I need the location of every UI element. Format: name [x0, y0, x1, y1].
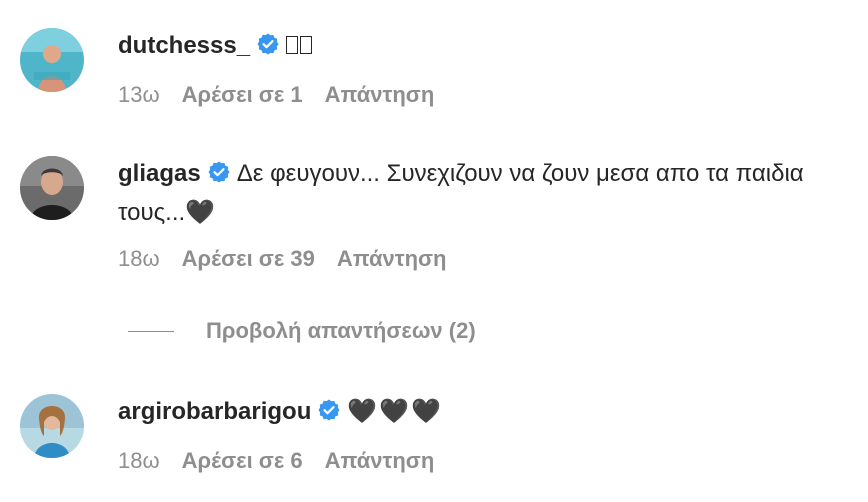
comment-body: gliagas Δε φευγουν... Συνεχιζουν να ζουν … [118, 156, 848, 273]
username[interactable]: argirobarbarigou [118, 398, 311, 425]
avatar[interactable] [20, 394, 84, 458]
comment-text-line: dutchesss_ [118, 28, 848, 67]
comment-text-line: argirobarbarigou 🖤🖤🖤 [118, 394, 848, 433]
avatar[interactable] [20, 156, 84, 220]
likes-count[interactable]: Αρέσει σε 6 [182, 448, 303, 473]
verified-badge-icon [317, 397, 341, 433]
username[interactable]: gliagas [118, 160, 201, 187]
comment-time[interactable]: 18ω [118, 246, 160, 271]
comment-body: argirobarbarigou 🖤🖤🖤 18ω Αρέσει σε 6 Απάντη… [118, 394, 848, 475]
view-replies-button[interactable]: Προβολή απαντήσεων (2) [128, 318, 476, 344]
comment-time[interactable]: 13ω [118, 82, 160, 107]
verified-badge-icon [207, 159, 231, 195]
comment-text: 🖤🖤🖤 [347, 398, 444, 425]
emoji-placeholder [286, 32, 314, 59]
comment-time[interactable]: 18ω [118, 448, 160, 473]
verified-badge-icon [256, 31, 280, 67]
comment-body: dutchesss_ 13ω Αρέσει σε 1 Απάντηση [118, 28, 848, 109]
likes-count[interactable]: Αρέσει σε 39 [182, 246, 315, 271]
likes-count[interactable]: Αρέσει σε 1 [182, 82, 303, 107]
view-replies-label[interactable]: Προβολή απαντήσεων (2) [206, 318, 476, 344]
comment-meta: 18ω Αρέσει σε 39 Απάντηση [118, 245, 848, 273]
comment-meta: 13ω Αρέσει σε 1 Απάντηση [118, 81, 848, 109]
reply-button[interactable]: Απάντηση [325, 82, 435, 107]
comment-text-line: gliagas Δε φευγουν... Συνεχιζουν να ζουν … [118, 156, 848, 231]
comment-meta: 18ω Αρέσει σε 6 Απάντηση [118, 447, 848, 475]
divider-line [128, 330, 174, 332]
username[interactable]: dutchesss_ [118, 32, 250, 59]
reply-button[interactable]: Απάντηση [325, 448, 435, 473]
avatar[interactable] [20, 28, 84, 92]
reply-button[interactable]: Απάντηση [337, 246, 447, 271]
